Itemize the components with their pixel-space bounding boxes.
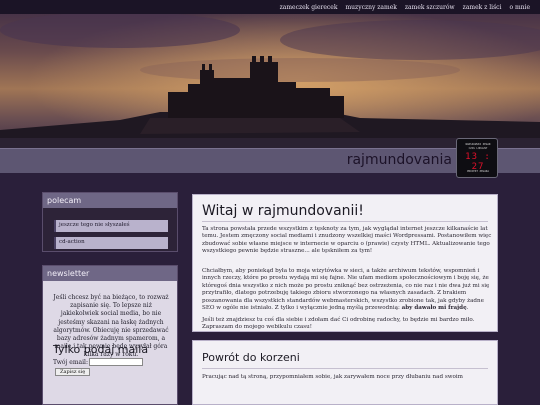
intro-paragraph: Ta strona powstała przede wszystkim z tę…	[202, 226, 492, 255]
clock-label-sub: CZAS LOKALNY	[468, 147, 488, 150]
newsletter-box: newsletter Jeśli chcesz być na bieżąco, …	[42, 265, 178, 405]
intro-section: Witaj w rajmundovanii! Ta strona powstał…	[192, 194, 498, 332]
header-banner	[0, 0, 540, 148]
site-title: rajmundovania	[346, 152, 452, 168]
roots-title: Powrót do korzeni	[202, 351, 300, 364]
email-field[interactable]	[89, 358, 143, 366]
recommend-item[interactable]: jeszcze tego nie słyszałeś	[54, 220, 168, 232]
newsletter-form-title: Tylko podaj maila	[53, 343, 149, 356]
intro-paragraph-emphasis: aby dawało mi frajdę	[401, 305, 467, 312]
intro-paragraph-end: .	[466, 305, 469, 312]
nav-link-zamek-szczurow[interactable]: zamek szczurów	[405, 4, 455, 11]
clock-widget: WARSZAWSKI ZEGAR CZAS LOKALNY 13 : 27 PR…	[456, 138, 498, 178]
intro-paragraph: Chciałbym, aby poniekąd była to moja wiz…	[202, 268, 492, 312]
nav-link-zameczek-gierecek[interactable]: zameczek gierecek	[280, 4, 338, 11]
top-navigation: zameczek gierecek muzyczny zamek zamek s…	[0, 0, 540, 14]
roots-paragraph: Pracując nad tą stroną, przypomniałem so…	[202, 374, 463, 380]
clock-label-top: WARSZAWSKI ZEGAR	[465, 143, 491, 146]
newsletter-heading: newsletter	[43, 266, 177, 281]
intro-paragraph: Jeśli też znajdziesz tu coś dla siebie i…	[202, 317, 475, 331]
recommend-heading: polecam	[43, 193, 177, 208]
nav-link-zamek-z-lisci[interactable]: zamek z liści	[463, 4, 502, 11]
clock-label-bottom: PROJEKT ZEGARA	[467, 170, 489, 173]
recommend-item[interactable]: cd-action	[54, 237, 168, 249]
subscribe-button[interactable]: Zapisz się	[55, 368, 91, 376]
intro-title: Witaj w rajmundovanii!	[202, 203, 364, 219]
email-label: Twój email:	[53, 359, 88, 366]
divider	[202, 221, 488, 222]
recommend-box: polecam jeszcze tego nie słyszałeś cd-ac…	[42, 192, 178, 252]
castle-illustration	[0, 0, 540, 148]
roots-section: Powrót do korzeni Pracując nad tą stroną…	[192, 340, 498, 405]
nav-link-muzyczny-zamek[interactable]: muzyczny zamek	[345, 4, 396, 11]
clock-digits: 13 : 27	[465, 152, 491, 172]
nav-link-o-mnie[interactable]: o mnie	[509, 4, 530, 11]
divider	[202, 368, 488, 369]
